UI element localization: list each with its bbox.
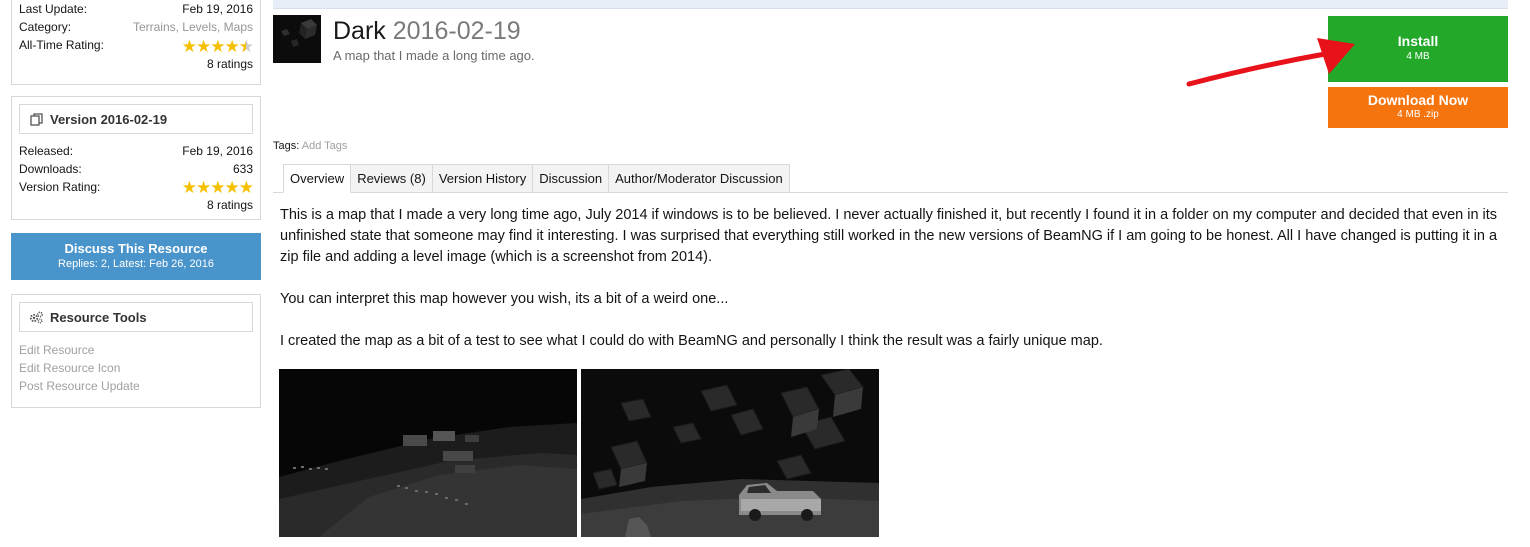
released-row: Released: Feb 19, 2016: [19, 142, 253, 160]
version-header-label: Version 2016-02-19: [50, 111, 168, 127]
top-bar: [273, 0, 1508, 9]
screenshot-thumbnail-2[interactable]: [581, 369, 879, 537]
description-paragraph: You can interpret this map however you w…: [280, 291, 729, 307]
resource-tools-links: Edit Resource Edit Resource Icon Post Re…: [19, 341, 253, 395]
resource-tools-header: Resource Tools: [19, 302, 253, 332]
version-header: Version 2016-02-19: [19, 104, 253, 134]
description-paragraph: I created the map as a bit of a test to …: [280, 333, 1103, 349]
released-value: Feb 19, 2016: [182, 144, 253, 158]
all-time-rating: ★★★★★★ 8 ratings: [181, 37, 254, 72]
resource-tagline: A map that I made a long time ago.: [333, 48, 535, 63]
version-rating-label: Version Rating:: [19, 180, 101, 194]
last-update-row: Last Update: Feb 19, 2016: [19, 0, 253, 18]
download-now-button[interactable]: Download Now 4 MB .zip: [1328, 87, 1508, 128]
gears-icon: [28, 309, 44, 325]
edit-resource-link[interactable]: Edit Resource: [19, 341, 253, 359]
resource-info-panel: Last Update: Feb 19, 2016 Category: Terr…: [11, 0, 261, 85]
all-time-rating-count: 8 ratings: [206, 57, 253, 71]
category-row: Category: Terrains, Levels, Maps: [19, 18, 253, 36]
category-label: Category:: [19, 20, 72, 34]
tab-discussion[interactable]: Discussion: [533, 164, 610, 193]
downloads-value: 633: [232, 162, 253, 176]
category-value[interactable]: Terrains, Levels, Maps: [133, 18, 253, 36]
screenshot-thumbnail-1[interactable]: [279, 369, 577, 537]
tab-version-history[interactable]: Version History: [432, 164, 534, 193]
resource-description: This is a map that I made a very long ti…: [280, 205, 1502, 373]
download-size: 4 MB .zip: [1397, 109, 1439, 120]
version-rating: ★★★★★ 8 ratings: [181, 178, 254, 213]
tab-overview[interactable]: Overview: [283, 164, 352, 193]
tags-label: Tags:: [273, 140, 300, 152]
released-label: Released:: [19, 144, 74, 158]
resource-icon-image: [273, 15, 321, 63]
downloads-label: Downloads:: [19, 162, 82, 176]
tab-reviews[interactable]: Reviews (8): [351, 164, 433, 193]
tags-line: Tags: Add Tags: [273, 140, 347, 152]
version-copy-icon: [28, 111, 44, 127]
resource-tools-label: Resource Tools: [50, 309, 147, 325]
last-update-label: Last Update:: [19, 2, 88, 16]
tab-author-moderator-discussion[interactable]: Author/Moderator Discussion: [609, 164, 790, 193]
edit-resource-icon-link[interactable]: Edit Resource Icon: [19, 359, 253, 377]
version-rating-count: 8 ratings: [206, 198, 253, 212]
red-annotation-arrow: [1186, 38, 1355, 87]
resource-title-name: Dark: [333, 17, 386, 45]
version-rating-stars: ★★★★★: [181, 178, 254, 197]
resource-tools-panel: Resource Tools Edit Resource Edit Resour…: [11, 294, 261, 408]
version-panel: Version 2016-02-19 Released: Feb 19, 201…: [11, 96, 261, 220]
discuss-subtitle: Replies: 2, Latest: Feb 26, 2016: [58, 258, 214, 270]
all-time-rating-stars: ★★★★★★: [181, 37, 254, 56]
downloads-row: Downloads: 633: [19, 160, 253, 178]
post-resource-update-link[interactable]: Post Resource Update: [19, 377, 253, 395]
sidebar: Last Update: Feb 19, 2016 Category: Terr…: [11, 0, 261, 408]
all-time-rating-label: All-Time Rating:: [19, 38, 104, 52]
discuss-title: Discuss This Resource: [64, 241, 208, 256]
last-update-value: Feb 19, 2016: [182, 2, 253, 16]
discuss-resource-button[interactable]: Discuss This Resource Replies: 2, Latest…: [11, 233, 261, 280]
download-label: Download Now: [1367, 92, 1469, 108]
resource-title: Dark 2016-02-19: [333, 16, 521, 46]
resource-title-version: 2016-02-19: [392, 17, 521, 45]
resource-tabs: Overview Reviews (8) Version History Dis…: [283, 164, 790, 193]
add-tags-link[interactable]: Add Tags: [302, 140, 348, 152]
description-paragraph: This is a map that I made a very long ti…: [280, 207, 1498, 265]
